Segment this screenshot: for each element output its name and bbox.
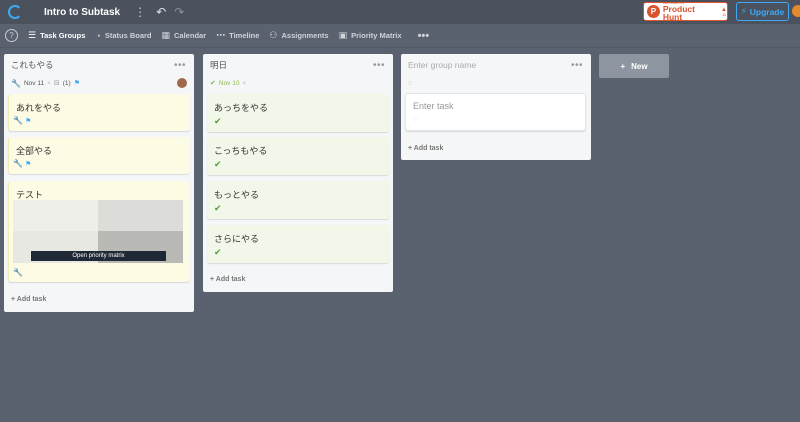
- task-card[interactable]: 全部やる 🔧 ⚑: [8, 137, 190, 174]
- upgrade-button[interactable]: ⚡ Upgrade: [736, 2, 789, 21]
- task-title: こっちもやる: [214, 146, 268, 156]
- people-icon: ⚇: [269, 30, 278, 40]
- avatar[interactable]: [177, 78, 187, 88]
- tab-label: Status Board: [104, 31, 152, 40]
- more-views-icon[interactable]: •••: [418, 30, 430, 42]
- subtask-icon: ⊟: [53, 80, 60, 87]
- task-icons: 🔧: [13, 268, 23, 277]
- group-menu-icon[interactable]: •••: [571, 60, 583, 71]
- task-group-column: これもやる ••• 🔧 Nov 11 × ⊟ (1) ⚑ あれをやる 🔧 ⚑ 全…: [4, 54, 194, 312]
- upgrade-label: Upgrade: [749, 6, 785, 17]
- new-group-button[interactable]: + New: [599, 54, 669, 78]
- group-meta: ✔ Nov 10 ×: [203, 76, 393, 90]
- tab-label: Task Groups: [40, 31, 86, 40]
- group-date[interactable]: Nov 11: [24, 80, 44, 87]
- redo-icon[interactable]: ↷: [174, 5, 184, 19]
- tab-label: Calendar: [174, 31, 207, 40]
- project-menu-icon[interactable]: ⋮: [134, 5, 146, 19]
- status-circle-icon: ◔: [95, 30, 101, 41]
- check-icon[interactable]: ✔: [214, 159, 222, 170]
- group-date[interactable]: Nov 10: [219, 80, 240, 87]
- app-logo-icon[interactable]: [8, 5, 22, 19]
- group-name-input[interactable]: Enter group name: [408, 60, 476, 70]
- wrench-icon: 🔧: [13, 159, 23, 168]
- undo-icon[interactable]: ↶: [156, 5, 166, 19]
- task-icons: 🔧 ⚑: [13, 116, 31, 125]
- producthunt-logo-icon: P: [647, 5, 660, 18]
- task-title-input[interactable]: Enter task: [413, 101, 454, 111]
- producthunt-badge[interactable]: P FEATURED ON Product Hunt ▲ 11: [643, 1, 728, 22]
- project-title[interactable]: Intro to Subtask: [44, 7, 120, 18]
- wrench-icon: 🔧: [13, 116, 23, 125]
- tab-label: Priority Matrix: [351, 31, 402, 40]
- clear-date-icon[interactable]: ×: [242, 80, 246, 87]
- tab-label: Assignments: [281, 31, 329, 40]
- timeline-icon: ⋯: [216, 30, 226, 40]
- plus-icon: +: [620, 61, 626, 71]
- add-task-button[interactable]: + Add task: [11, 296, 46, 303]
- wrench-icon: 🔧: [11, 78, 21, 88]
- group-name[interactable]: これもやる: [11, 59, 54, 71]
- grid-icon: ▣: [338, 30, 348, 40]
- task-title: あれをやる: [16, 103, 62, 113]
- clear-date-icon[interactable]: ×: [47, 80, 51, 87]
- new-label: New: [631, 61, 648, 71]
- task-card[interactable]: さらにやる ✔: [207, 225, 389, 263]
- new-task-card[interactable]: Enter task ◌: [405, 93, 586, 131]
- date-placeholder-icon[interactable]: ◌: [408, 80, 412, 87]
- producthunt-count: 11: [721, 11, 727, 17]
- task-card[interactable]: あっちをやる ✔: [207, 94, 389, 132]
- task-title: 全部やる: [16, 146, 53, 156]
- open-priority-matrix-caption[interactable]: Open priority matrix: [31, 251, 166, 261]
- group-meta: 🔧 Nov 11 × ⊟ (1) ⚑: [4, 76, 194, 90]
- tab-task-groups[interactable]: ☰ Task Groups: [28, 30, 85, 41]
- list-icon: ☰: [28, 30, 37, 40]
- task-title: もっとやる: [214, 190, 260, 200]
- flag-icon: ⚑: [24, 117, 32, 125]
- group-name[interactable]: 明日: [210, 59, 227, 71]
- top-bar: Intro to Subtask ⋮ ↶ ↷ P FEATURED ON Pro…: [0, 0, 800, 24]
- group-header: これもやる •••: [4, 54, 194, 76]
- check-icon[interactable]: ✔: [214, 247, 222, 258]
- check-icon[interactable]: ✔: [214, 116, 222, 127]
- flag-icon: ⚑: [24, 160, 32, 168]
- tab-label: Timeline: [229, 31, 260, 40]
- subtask-count: (1): [62, 79, 71, 87]
- flag-icon[interactable]: ⚑: [74, 79, 80, 87]
- task-status-icon[interactable]: ◌: [413, 116, 417, 123]
- task-card[interactable]: もっとやる ✔: [207, 181, 389, 219]
- wrench-icon: 🔧: [13, 268, 23, 277]
- task-card[interactable]: テスト Open priority matrix 🔧: [8, 181, 190, 282]
- group-menu-icon[interactable]: •••: [174, 60, 186, 71]
- tab-calendar[interactable]: ▦ Calendar: [162, 30, 207, 41]
- new-task-group-column: Enter group name ••• ◌ Enter task ◌ + Ad…: [401, 54, 591, 160]
- group-header: 明日 •••: [203, 54, 393, 76]
- task-icons: 🔧 ⚑: [13, 159, 31, 168]
- calendar-icon: ▦: [161, 30, 171, 40]
- producthunt-name: Product Hunt: [662, 3, 695, 22]
- help-icon[interactable]: ?: [5, 29, 18, 42]
- rocket-icon: ⚡: [740, 6, 747, 16]
- group-meta: ◌: [401, 76, 591, 90]
- add-task-button[interactable]: + Add task: [408, 145, 443, 152]
- group-header: Enter group name •••: [401, 54, 591, 76]
- matrix-quadrant: [98, 200, 183, 231]
- matrix-quadrant: [13, 200, 98, 231]
- task-title: あっちをやる: [214, 103, 269, 113]
- group-menu-icon[interactable]: •••: [373, 60, 385, 71]
- tab-status-board[interactable]: ◔ Status Board: [95, 31, 151, 41]
- tab-timeline[interactable]: ⋯ Timeline: [216, 30, 259, 41]
- task-title: さらにやる: [214, 234, 260, 244]
- tab-assignments[interactable]: ⚇ Assignments: [269, 30, 328, 41]
- priority-matrix-thumbnail[interactable]: Open priority matrix: [13, 200, 183, 263]
- check-icon[interactable]: ✔: [214, 203, 222, 214]
- add-task-button[interactable]: + Add task: [210, 276, 245, 283]
- task-card[interactable]: こっちもやる ✔: [207, 137, 389, 175]
- view-toolbar: ? ☰ Task Groups ◔ Status Board ▦ Calenda…: [0, 24, 800, 48]
- check-icon: ✔: [210, 80, 216, 87]
- tab-priority-matrix[interactable]: ▣ Priority Matrix: [339, 30, 402, 41]
- task-card[interactable]: あれをやる 🔧 ⚑: [8, 94, 190, 131]
- task-group-column: 明日 ••• ✔ Nov 10 × あっちをやる ✔ こっちもやる ✔ もっとや…: [203, 54, 393, 292]
- user-avatar[interactable]: [792, 5, 800, 17]
